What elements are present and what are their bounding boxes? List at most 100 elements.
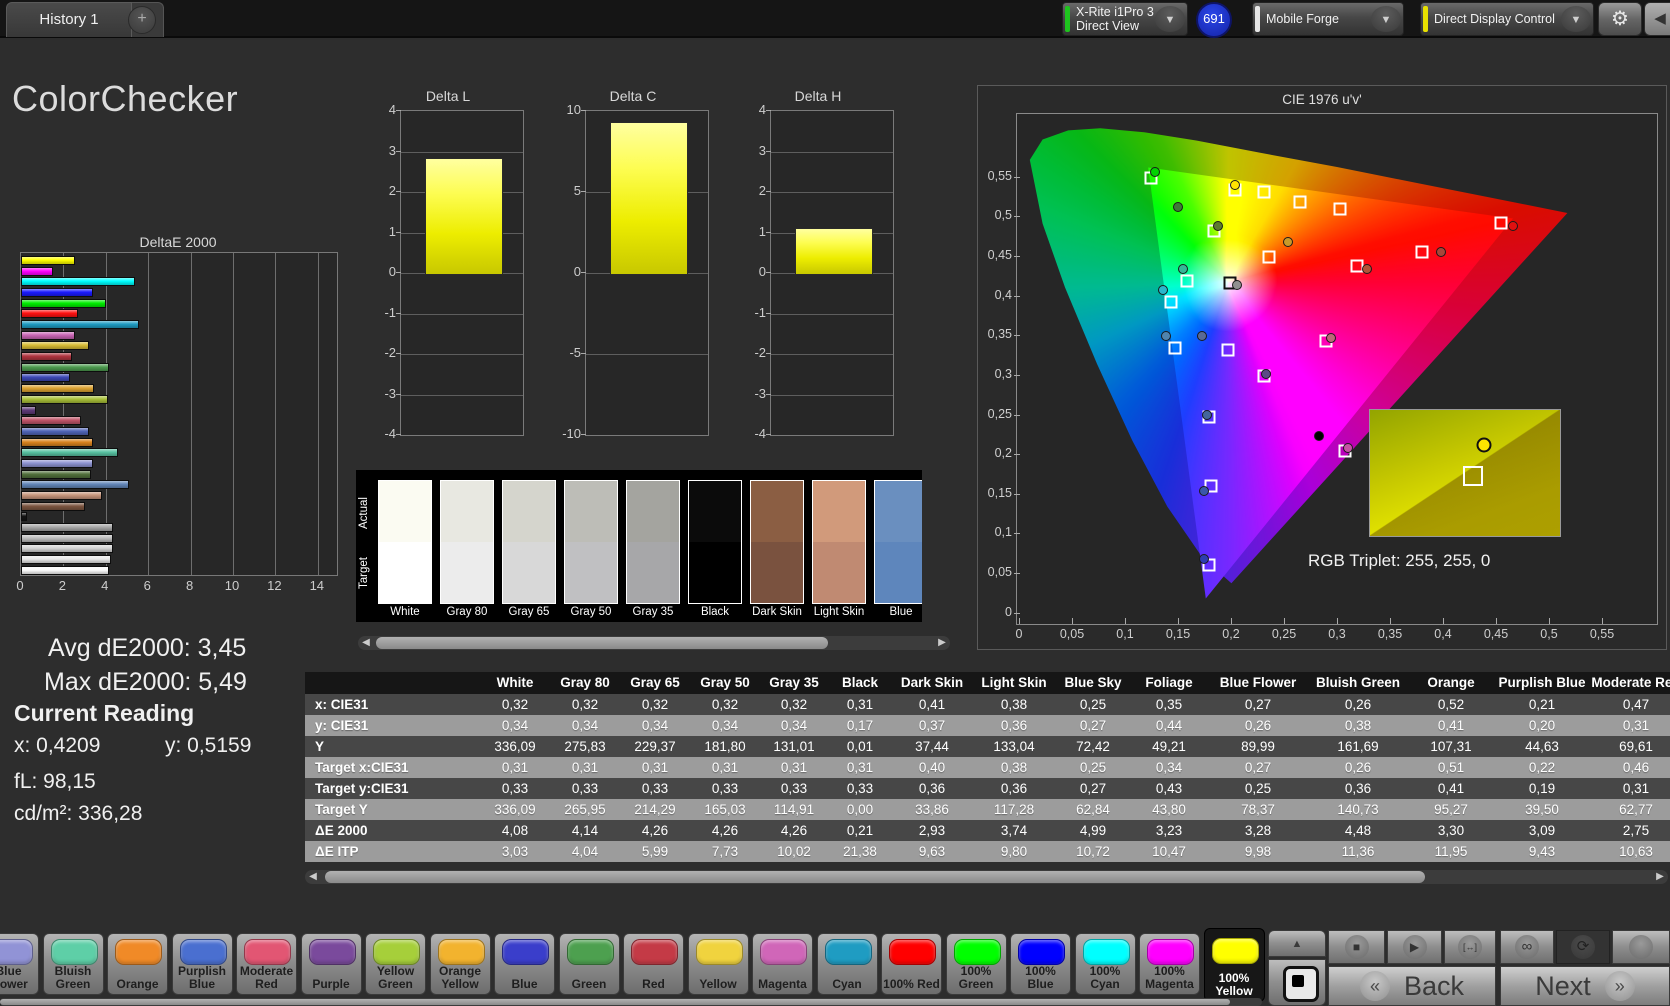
- pattern-cyan[interactable]: Cyan: [817, 933, 878, 995]
- back-button[interactable]: « Back: [1328, 966, 1496, 1006]
- table-cell: 0,31: [550, 757, 620, 778]
- table-scrollbar[interactable]: ◀ ▶: [305, 870, 1668, 884]
- chart-plot: [770, 110, 894, 436]
- swatch-gray-80[interactable]: [440, 480, 494, 604]
- collapse-panel-icon[interactable]: ◀: [1644, 2, 1670, 36]
- table-cell: 33,86: [892, 799, 972, 820]
- y-tick-label: 2: [372, 183, 396, 198]
- pattern-100-red[interactable]: 100% Red: [881, 933, 942, 995]
- stop-button[interactable]: ■: [1328, 930, 1385, 964]
- loop-button[interactable]: ∞: [1500, 930, 1554, 964]
- pattern-100-green[interactable]: 100% Green: [946, 933, 1007, 995]
- cie-x-tick: [1284, 618, 1285, 624]
- swatch-black[interactable]: [688, 480, 742, 604]
- table-cell: 265,95: [550, 799, 620, 820]
- pattern-blue[interactable]: Blue: [494, 933, 555, 995]
- swatch-light-skin[interactable]: [812, 480, 866, 604]
- table-cell: 72,42: [1056, 736, 1130, 757]
- table-cell: 0,33: [550, 778, 620, 799]
- pattern-magenta[interactable]: Magenta: [752, 933, 813, 995]
- pattern-scrollbar-thumb[interactable]: [0, 999, 1230, 1005]
- add-tab-button[interactable]: +: [128, 6, 156, 34]
- pattern-bar-up-button[interactable]: ▲: [1268, 930, 1326, 957]
- y-tick-label: 10: [557, 102, 581, 117]
- record-button[interactable]: [1612, 930, 1670, 964]
- gear-icon[interactable]: ⚙: [1598, 2, 1642, 36]
- pattern-window-icon: [1283, 966, 1319, 1002]
- gridline: [771, 395, 893, 396]
- pattern-purple[interactable]: Purple: [301, 933, 362, 995]
- delta-chart-delta-l: Delta L43210-1-2-3-4: [372, 88, 524, 440]
- pattern-color-chip: [1083, 939, 1130, 965]
- pattern-bluish-green[interactable]: Bluish Green: [43, 933, 104, 995]
- scroll-left-icon[interactable]: ◀: [358, 636, 374, 650]
- meter-dropdown[interactable]: X-Rite i1Pro 3Direct View ▼: [1062, 2, 1188, 36]
- pattern-source-dropdown[interactable]: Mobile Forge ▼: [1252, 2, 1404, 36]
- measured-marker: [1508, 221, 1518, 231]
- scroll-right-icon[interactable]: ▶: [1652, 870, 1668, 884]
- continuous-measure-button[interactable]: ⟳: [1556, 930, 1610, 964]
- pattern-100-yellow[interactable]: 100% Yellow: [1204, 928, 1265, 1002]
- de-bar-100-yellow: [21, 256, 75, 265]
- play-button[interactable]: ▶: [1387, 930, 1442, 964]
- pattern-orange-yellow[interactable]: Orange Yellow: [430, 933, 491, 995]
- measurement-count-badge[interactable]: 691: [1196, 2, 1232, 38]
- pattern-blue-flower[interactable]: Blue Flower: [0, 933, 39, 995]
- row-label: Target x:CIE31: [305, 757, 480, 778]
- pattern-moderate-red[interactable]: Moderate Red: [236, 933, 297, 995]
- scroll-left-icon[interactable]: ◀: [305, 870, 321, 884]
- pattern-100-cyan[interactable]: 100% Cyan: [1075, 933, 1136, 995]
- delta-chart-delta-h: Delta H43210-1-2-3-4: [742, 88, 894, 440]
- pattern-orange[interactable]: Orange: [107, 933, 168, 995]
- pattern-window-button[interactable]: [1268, 959, 1326, 1006]
- swatch-gray-65[interactable]: [502, 480, 556, 604]
- pattern-100-magenta[interactable]: 100% Magenta: [1139, 933, 1200, 995]
- pattern-100-blue[interactable]: 100% Blue: [1010, 933, 1071, 995]
- swatch-actual: [503, 481, 555, 542]
- swatch-dark-skin[interactable]: [750, 480, 804, 604]
- pattern-label: Bluish Green: [44, 965, 103, 991]
- gridline: [401, 152, 523, 153]
- table-cell: 0,26: [1308, 757, 1408, 778]
- pattern-label: 100% Blue: [1011, 965, 1070, 991]
- swatch-blue[interactable]: [874, 480, 922, 604]
- pattern-purplish-blue[interactable]: Purplish Blue: [172, 933, 233, 995]
- swatch-actual: [441, 481, 493, 542]
- stop-icon: ■: [1345, 935, 1369, 959]
- pattern-color-chip: [696, 939, 743, 965]
- table-cell: 114,91: [760, 799, 828, 820]
- pattern-green[interactable]: Green: [559, 933, 620, 995]
- pattern-yellow-green[interactable]: Yellow Green: [365, 933, 426, 995]
- table-cell: 0,34: [550, 715, 620, 736]
- swatch-strip-scrollbar[interactable]: ◀ ▶: [358, 636, 950, 650]
- de-bar-orange-yellow: [21, 384, 94, 393]
- x-tick-label: 12: [267, 578, 281, 593]
- cie-y-tick: [1014, 494, 1020, 495]
- pattern-yellow[interactable]: Yellow: [688, 933, 749, 995]
- swatch-gray-50[interactable]: [564, 480, 618, 604]
- pattern-label: Purple: [302, 978, 361, 991]
- pattern-color-chip: [502, 939, 549, 965]
- scroll-right-icon[interactable]: ▶: [934, 636, 950, 650]
- gridline: [191, 253, 192, 575]
- gridline: [771, 152, 893, 153]
- table-cell: 165,03: [690, 799, 760, 820]
- tab-history-1[interactable]: History 1: [6, 2, 132, 37]
- swatch-scrollbar-thumb[interactable]: [376, 637, 828, 649]
- table-scrollbar-thumb[interactable]: [325, 871, 1425, 883]
- pattern-red[interactable]: Red: [623, 933, 684, 995]
- pattern-label: Magenta: [753, 978, 812, 991]
- step-pattern-button[interactable]: [↔]: [1444, 930, 1496, 964]
- table-cell: 214,29: [620, 799, 690, 820]
- swatch-white[interactable]: [378, 480, 432, 604]
- table-cell: 0,25: [1056, 694, 1130, 715]
- swatch-comparison-strip: ActualTargetWhiteGray 80Gray 65Gray 50Gr…: [356, 470, 922, 622]
- display-control-dropdown[interactable]: Direct Display Control ▼: [1420, 2, 1594, 36]
- table-cell: 0,33: [690, 778, 760, 799]
- pattern-bar-scrollbar[interactable]: [0, 998, 1262, 1006]
- table-cell: 0,41: [1408, 715, 1494, 736]
- next-button[interactable]: Next »: [1500, 966, 1670, 1006]
- swatch-gray-35[interactable]: [626, 480, 680, 604]
- de-bar-yellow: [21, 341, 89, 350]
- table-cell: 0,40: [892, 757, 972, 778]
